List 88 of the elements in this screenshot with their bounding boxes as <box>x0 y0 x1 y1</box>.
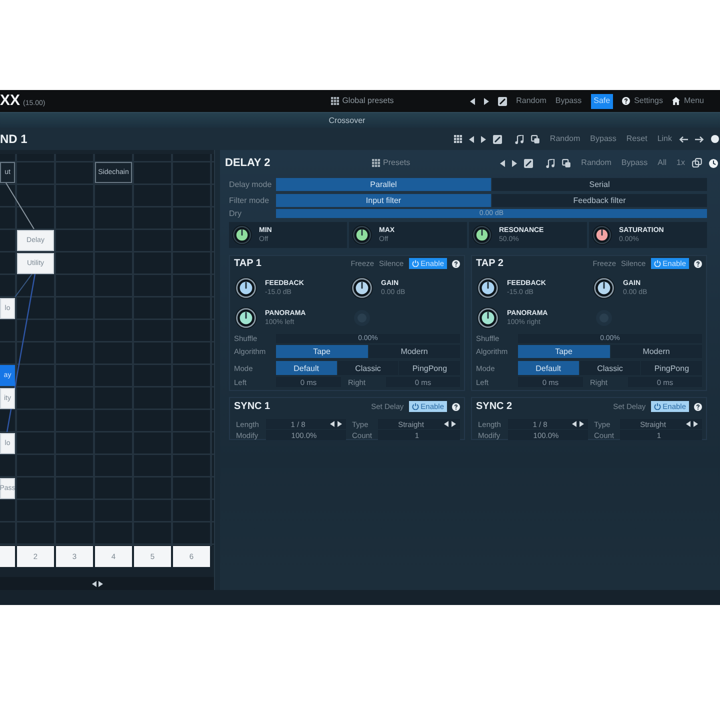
segment-option[interactable]: Parallel <box>276 178 491 191</box>
row-label: Filter mode <box>229 196 270 205</box>
home-icon <box>672 97 680 105</box>
power-icon <box>654 403 661 410</box>
grid-icon[interactable] <box>454 135 462 143</box>
circle-icon[interactable] <box>711 135 719 143</box>
row-label: Dry <box>229 209 242 218</box>
help-icon[interactable] <box>452 260 460 268</box>
caret-right-icon[interactable] <box>512 160 518 166</box>
scroll-bar[interactable] <box>0 577 214 590</box>
arrow-right-icon[interactable] <box>695 136 704 142</box>
stepper-arrows-icon[interactable] <box>686 421 698 427</box>
global-presets-button[interactable]: Global presets <box>331 96 394 106</box>
presets-button[interactable]: Presets <box>372 158 410 168</box>
menu-button[interactable]: Menu <box>672 94 704 108</box>
note-icon[interactable] <box>514 134 524 144</box>
grid-icon <box>331 97 340 105</box>
toolbar-button[interactable]: Random <box>516 94 546 108</box>
toolbar-button[interactable]: Bypass <box>621 158 648 168</box>
segment-option[interactable]: Classic <box>338 361 398 375</box>
segment-option[interactable]: Tape <box>518 345 610 358</box>
knob[interactable] <box>235 277 257 299</box>
copy-icon[interactable] <box>530 134 540 144</box>
note-icon[interactable] <box>546 158 556 168</box>
toolbar-button[interactable]: Safe <box>590 94 614 108</box>
segment-option[interactable]: PingPong <box>641 361 702 375</box>
clock-icon[interactable] <box>709 158 718 168</box>
copy-icon[interactable] <box>562 158 572 168</box>
toolbar-button[interactable]: Random <box>550 134 580 144</box>
segment-option[interactable]: Tape <box>276 345 368 358</box>
knob[interactable] <box>477 277 499 299</box>
knob[interactable] <box>232 225 252 245</box>
slash-square-icon[interactable] <box>524 158 534 168</box>
arrow-left-icon[interactable] <box>679 136 688 142</box>
plugin-title: XX <box>0 93 20 109</box>
caret-right-icon[interactable] <box>480 136 486 142</box>
power-icon <box>412 260 419 267</box>
grid-icon <box>372 159 380 167</box>
settings-button[interactable]: Settings <box>622 94 663 108</box>
segment-option[interactable]: Default <box>518 361 579 375</box>
help-icon[interactable] <box>452 402 460 410</box>
segment-option[interactable]: Serial <box>492 178 707 191</box>
caret-left-icon[interactable] <box>468 136 474 142</box>
segment-option[interactable]: Default <box>276 361 337 375</box>
connector-line <box>6 182 34 230</box>
tap-title: TAP 1 <box>234 258 262 269</box>
segment-option[interactable]: PingPong <box>399 361 460 375</box>
segment-option[interactable]: Input filter <box>276 194 491 207</box>
toolbar-button[interactable]: 1x <box>676 158 685 168</box>
stepper-arrows-icon[interactable] <box>330 421 342 427</box>
segment-option[interactable]: Modern <box>610 345 702 358</box>
sync-title: SYNC 1 <box>234 401 270 412</box>
slash-square-icon[interactable] <box>492 134 502 144</box>
slash-square-icon[interactable] <box>498 96 508 106</box>
segment-option[interactable]: Classic <box>580 361 640 375</box>
band-title: ND 1 <box>0 132 28 146</box>
caret-right-icon[interactable] <box>484 98 490 104</box>
toolbar-button[interactable]: All <box>658 158 667 168</box>
help-icon[interactable] <box>694 260 702 268</box>
knob[interactable] <box>235 307 257 329</box>
caret-left-icon[interactable] <box>500 160 506 166</box>
power-icon <box>654 260 661 267</box>
row-label: Delay mode <box>229 180 273 189</box>
knob[interactable] <box>351 277 373 299</box>
toolbar-button[interactable]: Reset <box>626 134 648 144</box>
knob[interactable] <box>472 225 492 245</box>
toolbar-button[interactable]: Bypass <box>590 134 616 144</box>
layers-icon[interactable] <box>692 158 702 168</box>
sync-title: SYNC 2 <box>476 401 512 412</box>
knob[interactable] <box>477 307 499 329</box>
caret-left-icon[interactable] <box>470 98 476 104</box>
knob[interactable] <box>352 225 372 245</box>
segment-option[interactable]: Feedback filter <box>492 194 707 207</box>
tap-title: TAP 2 <box>476 258 504 269</box>
knob[interactable] <box>592 225 612 245</box>
knob[interactable] <box>593 277 615 299</box>
segment-option[interactable]: Modern <box>368 345 460 358</box>
toolbar-button[interactable]: Bypass <box>555 94 582 108</box>
toolbar-button[interactable]: Link <box>657 134 672 144</box>
toolbar-button[interactable]: Random <box>581 158 612 168</box>
module-title: DELAY 2 <box>225 157 272 169</box>
scroll-arrows-icon[interactable] <box>92 580 102 586</box>
stepper-arrows-icon[interactable] <box>444 421 456 427</box>
help-icon[interactable] <box>694 402 702 410</box>
crossover-label[interactable]: Crossover <box>328 116 366 125</box>
power-icon <box>412 403 419 410</box>
stepper-arrows-icon[interactable] <box>572 421 584 427</box>
help-icon <box>622 97 630 105</box>
